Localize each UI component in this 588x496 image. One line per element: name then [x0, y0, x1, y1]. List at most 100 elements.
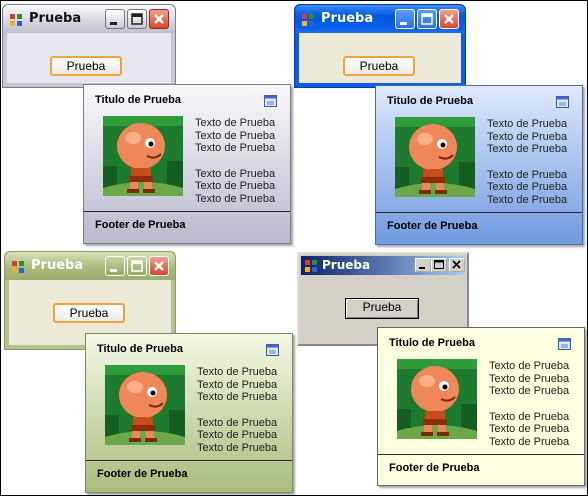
- popup-app-icon[interactable]: [558, 336, 572, 350]
- popup-text-line: Texto de Prueba: [489, 360, 570, 372]
- maximize-button[interactable]: [431, 258, 447, 272]
- popup-body-text: Texto de Prueba Texto de Prueba Texto de…: [487, 118, 567, 207]
- title-bar[interactable]: Prueba: [295, 5, 465, 33]
- minimize-button[interactable]: [105, 9, 125, 29]
- maximize-button[interactable]: [417, 9, 437, 29]
- close-icon: [444, 14, 454, 24]
- popup-title: Titulo de Prueba: [387, 95, 473, 107]
- popup-text-line: Texto de Prueba: [489, 436, 570, 449]
- close-button[interactable]: [149, 9, 169, 29]
- title-bar[interactable]: Prueba: [3, 5, 175, 33]
- popup-text-line: Texto de Prueba: [489, 372, 570, 385]
- app-window-icon[interactable]: [9, 12, 23, 26]
- minimize-button[interactable]: [395, 9, 415, 29]
- popup-separator: [84, 211, 290, 212]
- popup-text-line: Texto de Prueba: [195, 193, 276, 206]
- popup-text-line: Texto de Prueba: [489, 410, 570, 423]
- window-silver: Prueba Prueba: [2, 4, 176, 88]
- window-blue: Prueba Prueba: [294, 4, 466, 88]
- popup-text-line: Texto de Prueba: [195, 167, 276, 180]
- popup-separator: [86, 460, 292, 461]
- popup-text-line: Texto de Prueba: [195, 180, 276, 193]
- maximize-icon: [421, 13, 433, 25]
- popup-text-line: Texto de Prueba: [195, 142, 276, 155]
- popup-text-line: [489, 398, 569, 411]
- popup-text-line: Texto de Prueba: [195, 117, 276, 129]
- popup-footer: Footer de Prueba: [95, 219, 186, 231]
- popup-text-line: [195, 155, 275, 168]
- popup-app-icon[interactable]: [266, 342, 280, 356]
- app-window-icon[interactable]: [301, 12, 315, 26]
- character-sprite-picture: [395, 117, 475, 197]
- popup-text-line: Texto de Prueba: [197, 442, 278, 455]
- app-window-icon[interactable]: [304, 258, 318, 272]
- popup-text-line: Texto de Prueba: [197, 429, 278, 442]
- popup-title: Titulo de Prueba: [95, 94, 181, 106]
- maximize-icon: [434, 260, 444, 269]
- maximize-icon: [131, 260, 143, 272]
- window-title: Prueba: [321, 11, 374, 26]
- popup-text-line: Texto de Prueba: [487, 168, 568, 181]
- popup-text-line: Texto de Prueba: [197, 391, 278, 404]
- title-bar[interactable]: Prueba: [301, 256, 465, 275]
- popup-text-line: Texto de Prueba: [197, 378, 278, 391]
- popup-footer: Footer de Prueba: [97, 468, 188, 480]
- popup-text-line: Texto de Prueba: [197, 416, 278, 429]
- prueba-button[interactable]: Prueba: [345, 298, 419, 319]
- popup-text-line: Texto de Prueba: [487, 143, 568, 156]
- character-sprite-picture: [105, 365, 185, 445]
- window-title: Prueba: [29, 11, 82, 26]
- minimize-icon: [110, 22, 117, 25]
- popup-text-line: Texto de Prueba: [489, 423, 570, 436]
- close-button[interactable]: [149, 256, 169, 276]
- close-button[interactable]: [439, 9, 459, 29]
- popup-text-line: Texto de Prueba: [487, 181, 568, 194]
- popup-text-line: Texto de Prueba: [487, 194, 568, 207]
- popup-text-line: Texto de Prueba: [489, 385, 570, 398]
- prueba-button[interactable]: Prueba: [50, 56, 122, 76]
- prueba-button[interactable]: Prueba: [343, 56, 415, 76]
- window-client: Prueba: [299, 33, 461, 83]
- popup-text-line: Texto de Prueba: [487, 118, 568, 130]
- notification-popup-olive[interactable]: Titulo de Prueba Texto de Prueba Texto d…: [85, 333, 293, 493]
- popup-body-text: Texto de Prueba Texto de Prueba Texto de…: [195, 117, 275, 206]
- window-title: Prueba: [31, 258, 84, 273]
- notification-popup-silver[interactable]: Titulo de Prueba Texto de Prueba Texto d…: [83, 84, 291, 244]
- close-icon: [452, 260, 461, 269]
- popup-title: Titulo de Prueba: [389, 337, 475, 349]
- popup-app-icon[interactable]: [264, 93, 278, 107]
- window-title: Prueba: [322, 258, 371, 272]
- popup-app-icon[interactable]: [556, 94, 570, 108]
- popup-text-line: [487, 156, 567, 169]
- popup-text-line: [197, 404, 277, 417]
- popup-footer: Footer de Prueba: [389, 462, 480, 474]
- app-window-icon[interactable]: [11, 259, 25, 273]
- close-button[interactable]: [449, 258, 465, 272]
- minimize-icon: [419, 267, 425, 269]
- popup-separator: [378, 454, 584, 455]
- popup-title: Titulo de Prueba: [97, 343, 183, 355]
- close-icon: [154, 14, 164, 24]
- popup-footer: Footer de Prueba: [387, 220, 478, 232]
- minimize-button[interactable]: [415, 258, 431, 272]
- maximize-button[interactable]: [127, 256, 147, 276]
- close-icon: [154, 261, 164, 271]
- minimize-icon: [110, 269, 117, 272]
- notification-popup-blue[interactable]: Titulo de Prueba Texto de Prueba Texto d…: [375, 85, 583, 245]
- maximize-button[interactable]: [127, 9, 147, 29]
- prueba-button[interactable]: Prueba: [53, 303, 125, 323]
- notification-popup-classic[interactable]: Titulo de Prueba Texto de Prueba Texto d…: [377, 327, 585, 486]
- minimize-icon: [400, 22, 407, 25]
- character-sprite-picture: [397, 359, 477, 439]
- window-client: Prueba: [7, 33, 171, 83]
- maximize-icon: [131, 13, 143, 25]
- title-bar[interactable]: Prueba: [5, 252, 175, 280]
- popup-body-text: Texto de Prueba Texto de Prueba Texto de…: [489, 360, 569, 449]
- minimize-button[interactable]: [105, 256, 125, 276]
- popup-text-line: Texto de Prueba: [487, 130, 568, 143]
- popup-separator: [376, 212, 582, 213]
- popup-text-line: Texto de Prueba: [195, 129, 276, 142]
- popup-body-text: Texto de Prueba Texto de Prueba Texto de…: [197, 366, 277, 455]
- character-sprite-picture: [103, 116, 183, 196]
- popup-text-line: Texto de Prueba: [197, 366, 278, 378]
